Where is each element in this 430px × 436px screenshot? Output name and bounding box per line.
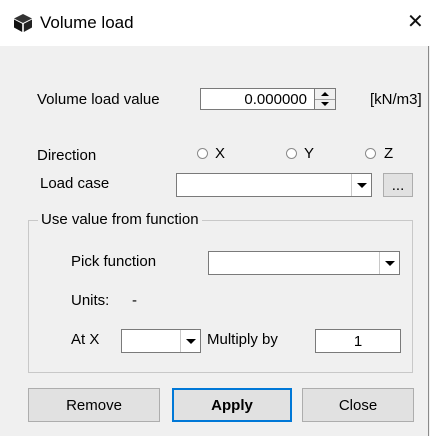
volume-load-value: 0.000000 <box>244 91 307 108</box>
window-title: Volume load <box>40 13 134 32</box>
units-value: - <box>132 292 137 309</box>
close-button[interactable]: Close <box>302 388 414 422</box>
multiply-by-value: 1 <box>353 333 363 350</box>
function-group-caption: Use value from function <box>38 211 202 229</box>
pick-function-dropdown-icon[interactable] <box>379 252 399 274</box>
remove-button[interactable]: Remove <box>28 388 160 422</box>
multiply-by-input[interactable]: 1 <box>315 329 401 353</box>
multiply-by-label: Multiply by <box>207 331 278 348</box>
pick-function-label: Pick function <box>71 253 157 270</box>
apply-button[interactable]: Apply <box>172 388 292 422</box>
direction-x-radio[interactable] <box>197 148 208 159</box>
volume-load-spinner[interactable] <box>314 88 336 110</box>
pick-function-select[interactable] <box>208 251 400 275</box>
direction-z-label[interactable]: Z <box>384 145 393 163</box>
direction-label: Direction <box>37 147 97 164</box>
volume-load-label: Volume load value <box>37 91 160 108</box>
at-x-select[interactable] <box>121 329 201 353</box>
volume-load-unit: [kN/m3] <box>370 91 422 108</box>
at-x-dropdown-icon[interactable] <box>180 330 200 352</box>
spin-down-icon[interactable] <box>315 99 335 109</box>
cube-icon <box>14 14 32 32</box>
direction-x-label[interactable]: X <box>215 145 225 163</box>
volume-load-input[interactable]: 0.000000 <box>200 88 315 110</box>
close-icon[interactable]: ✕ <box>407 11 424 33</box>
direction-z-radio[interactable] <box>365 148 376 159</box>
direction-y-label[interactable]: Y <box>304 145 314 163</box>
at-x-label: At X <box>71 331 100 348</box>
load-case-browse-button[interactable]: ... <box>383 173 413 197</box>
load-case-dropdown-icon[interactable] <box>351 174 371 196</box>
direction-y-radio[interactable] <box>286 148 297 159</box>
load-case-select[interactable] <box>176 173 372 197</box>
units-label: Units: <box>71 292 110 309</box>
load-case-label: Load case <box>40 175 110 192</box>
